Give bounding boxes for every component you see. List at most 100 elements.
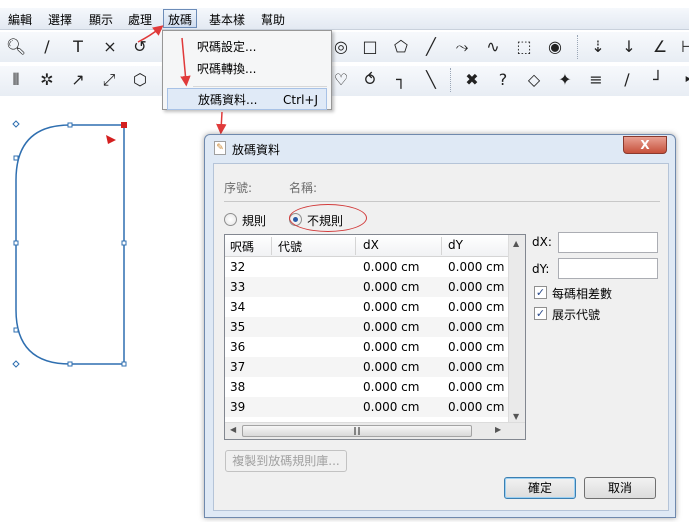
menu-edit[interactable]: 編輯 — [8, 11, 32, 28]
scroll-left-icon[interactable]: ◀ — [230, 425, 236, 434]
pentagon-icon[interactable]: ⬠ — [389, 35, 413, 59]
grade-cross-icon[interactable]: ∕ — [615, 68, 639, 92]
horizontal-scrollbar[interactable]: ◀ ‖‖ ▶ — [225, 422, 525, 439]
control-point — [121, 240, 127, 246]
cell-dy: 0.000 cm — [448, 400, 505, 414]
circle-icon[interactable]: ◎ — [329, 35, 353, 59]
menu-basic-pattern[interactable]: 基本樣 — [209, 11, 245, 28]
cell-size: 36 — [230, 340, 246, 354]
cell-dy: 0.000 cm — [448, 260, 505, 274]
table-row[interactable]: 34 0.000 cm 0.000 cm — [225, 297, 509, 317]
name-label: 名稱: — [289, 181, 318, 195]
transform-icon[interactable]: ⤢ — [97, 68, 121, 92]
col-dx[interactable]: dX — [363, 238, 379, 252]
scroll-up-icon[interactable]: ▲ — [513, 239, 519, 248]
toolbar-top: 🔍︎ ∕ T ⨯ ↺ ◎ □ ⬠ ╱ ⤳ ∿ ⬚ ◉ ⇣ ↓ ∠ ⊢ — [0, 32, 689, 62]
grade-more-icon[interactable]: ‣ — [676, 68, 689, 92]
point-arrow-icon[interactable]: ⇣ — [586, 35, 610, 59]
corner-icon[interactable]: ┐ — [389, 68, 413, 92]
col-dy[interactable]: dY — [448, 238, 463, 252]
cross-line-icon[interactable]: ⨯ — [98, 35, 122, 59]
annotation-ellipse — [289, 204, 367, 232]
ruler-icon[interactable]: ∕ — [35, 35, 59, 59]
angle-icon[interactable]: ∠ — [648, 35, 672, 59]
radio-regular-dot[interactable] — [224, 213, 237, 226]
grade-star-icon[interactable]: ✦ — [553, 68, 577, 92]
toolbar-separator-2 — [450, 68, 452, 92]
arc-icon[interactable]: ⥀ — [358, 68, 382, 92]
point-arrow-2-icon[interactable]: ↓ — [617, 35, 641, 59]
table-row[interactable]: 37 0.000 cm 0.000 cm — [225, 357, 509, 377]
curve-icon[interactable]: ⤳ — [450, 35, 474, 59]
cell-dx: 0.000 cm — [363, 380, 420, 394]
wave-icon[interactable]: ∿ — [481, 35, 505, 59]
spiral-icon[interactable]: ◉ — [543, 35, 567, 59]
col-code[interactable]: 代號 — [278, 238, 302, 255]
table-row[interactable]: 35 0.000 cm 0.000 cm — [225, 317, 509, 337]
cell-dy: 0.000 cm — [448, 300, 505, 314]
menu-view[interactable]: 顯示 — [89, 11, 113, 28]
close-button[interactable]: X — [623, 136, 667, 154]
table-row[interactable]: 32 0.000 cm 0.000 cm — [225, 257, 509, 277]
scroll-thumb[interactable]: ‖‖ — [242, 425, 472, 437]
dy-input[interactable] — [558, 258, 658, 279]
menu-item-grading-data[interactable]: 放碼資料... Ctrl+J — [167, 88, 327, 110]
scroll-down-icon[interactable]: ▼ — [513, 412, 519, 421]
text-icon[interactable]: T — [66, 35, 90, 59]
shield-icon[interactable]: ♡ — [329, 68, 353, 92]
cell-dy: 0.000 cm — [448, 380, 505, 394]
col-separator[interactable] — [355, 237, 356, 255]
col-size[interactable]: 呎碼 — [230, 238, 254, 255]
checkbox-show-code-box[interactable]: ✓ — [534, 307, 547, 320]
menu-help[interactable]: 幫助 — [261, 11, 285, 28]
dx-input[interactable] — [558, 232, 658, 253]
table-row[interactable]: 36 0.000 cm 0.000 cm — [225, 337, 509, 357]
table-row[interactable]: 38 0.000 cm 0.000 cm — [225, 377, 509, 397]
table-row[interactable]: 33 0.000 cm 0.000 cm — [225, 277, 509, 297]
table-row[interactable]: 39 0.000 cm 0.000 cm — [225, 397, 509, 417]
line-icon[interactable]: ╱ — [419, 35, 443, 59]
menu-bar: 編輯 選擇 顯示 處理 放碼 基本樣 幫助 — [0, 8, 689, 30]
cell-dx: 0.000 cm — [363, 280, 420, 294]
pattern-piece-outline — [15, 124, 125, 365]
grading-table[interactable]: 呎碼 代號 dX dY 32 0.000 cm 0.000 cm 33 0.00… — [224, 234, 526, 440]
control-point — [13, 155, 19, 161]
grade-x-icon[interactable]: ✖ — [460, 68, 484, 92]
dashed-rect-icon[interactable]: ⬚ — [512, 35, 536, 59]
undo-curve-icon[interactable]: ↺ — [128, 35, 152, 59]
menu-process[interactable]: 處理 — [128, 11, 152, 28]
cell-size: 35 — [230, 320, 246, 334]
menu-grading[interactable]: 放碼 — [163, 9, 198, 28]
grade-bars-icon[interactable]: ≡ — [584, 68, 608, 92]
size-number-label: 序號: — [224, 181, 253, 195]
grade-diamond-icon[interactable]: ◇ — [522, 68, 546, 92]
col-separator[interactable] — [271, 237, 272, 255]
ok-button[interactable]: 確定 — [504, 477, 576, 499]
diagonal-icon[interactable]: ╲ — [419, 68, 443, 92]
grade-corner-icon[interactable]: ┘ — [646, 68, 670, 92]
scroll-right-icon[interactable]: ▶ — [495, 425, 501, 434]
menu-item-size-convert[interactable]: 呎碼轉換... — [167, 58, 327, 80]
pattern-canvas[interactable] — [0, 100, 210, 522]
zoom-icon[interactable]: 🔍︎ — [4, 35, 28, 59]
col-separator[interactable] — [441, 237, 442, 255]
curve-handle — [12, 360, 20, 368]
vertical-scrollbar[interactable]: ▲ ▼ — [508, 235, 525, 423]
scatter-icon[interactable]: ✲ — [35, 68, 59, 92]
shortcut-label: Ctrl+J — [283, 93, 318, 107]
checkbox-each-size-diff-box[interactable]: ✓ — [534, 286, 547, 299]
cancel-button[interactable]: 取消 — [584, 477, 656, 499]
copy-to-library-button[interactable]: 複製到放碼規則庫... — [225, 450, 347, 472]
cell-dy: 0.000 cm — [448, 320, 505, 334]
more-icon[interactable]: ⊢ — [676, 35, 689, 59]
arrow-to-dialog — [216, 111, 227, 135]
move-point-icon[interactable]: ↗ — [66, 68, 90, 92]
rotate-shape-icon[interactable]: ⬡ — [128, 68, 152, 92]
menu-item-size-settings[interactable]: 呎碼設定... — [167, 36, 327, 58]
menu-select[interactable]: 選擇 — [48, 11, 72, 28]
cell-dx: 0.000 cm — [363, 340, 420, 354]
grade-query-icon[interactable]: ? — [491, 68, 515, 92]
rectangle-icon[interactable]: □ — [358, 35, 382, 59]
spacing-icon[interactable]: ⫴ — [4, 68, 28, 92]
control-point — [67, 122, 73, 128]
